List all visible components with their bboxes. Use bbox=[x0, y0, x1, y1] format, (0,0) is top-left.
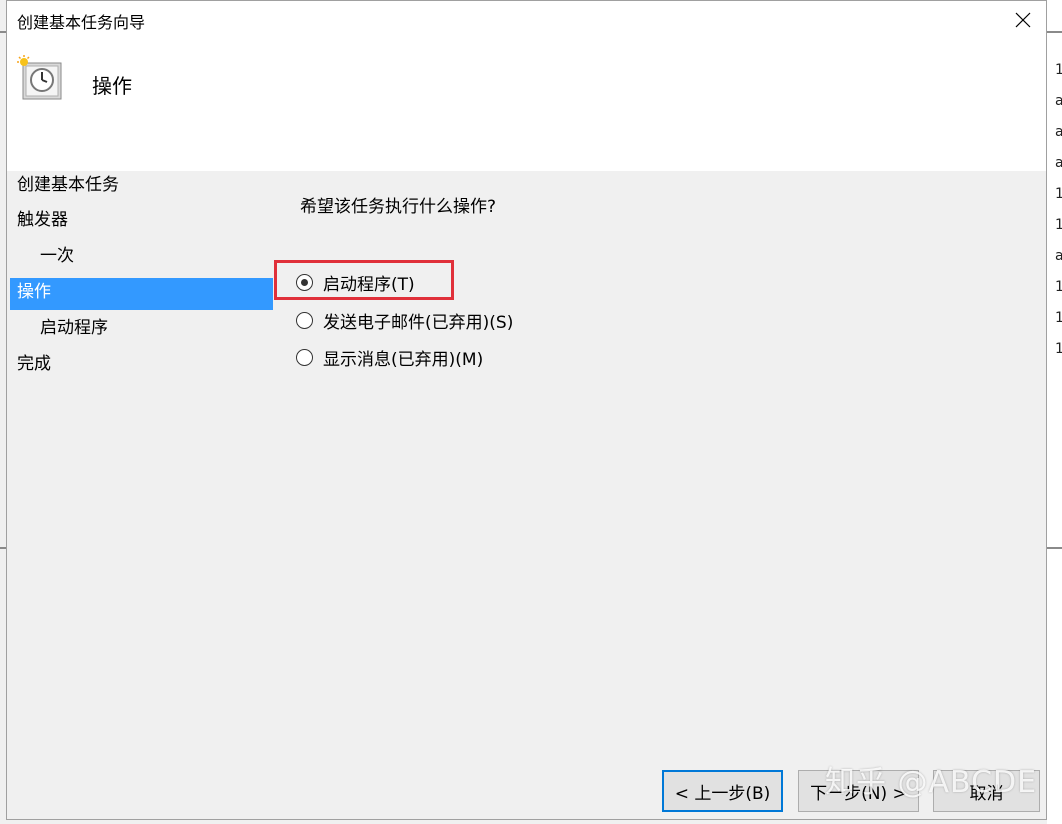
nav-item-label: 启动程序 bbox=[40, 318, 108, 338]
nav-item-once[interactable]: 一次 bbox=[10, 242, 273, 274]
wizard-header: 操作 bbox=[7, 38, 1046, 171]
window-title: 创建基本任务向导 bbox=[17, 13, 146, 32]
create-basic-task-wizard: 创建基本任务向导 操作 创建基本任务 触发器 一次 操作 启动程序 完成 希望该… bbox=[6, 0, 1047, 820]
close-icon bbox=[1015, 12, 1031, 27]
action-question: 希望该任务执行什么操作? bbox=[300, 197, 497, 217]
option-show-message[interactable]: 显示消息(已弃用)(M) bbox=[296, 343, 483, 371]
next-button[interactable]: 下一步(N) > bbox=[798, 770, 919, 812]
nav-item-finish[interactable]: 完成 bbox=[10, 350, 273, 382]
background-window-text: 1 a a a 1 1 a 1 1 1 bbox=[1055, 62, 1062, 357]
option-label: 启动程序(T) bbox=[323, 274, 415, 295]
nav-item-create-basic-task[interactable]: 创建基本任务 bbox=[10, 171, 273, 203]
nav-item-start-program[interactable]: 启动程序 bbox=[10, 314, 273, 346]
background-divider bbox=[1047, 547, 1062, 549]
background-divider bbox=[1047, 31, 1062, 33]
nav-item-label: 触发器 bbox=[17, 210, 68, 230]
title-bar[interactable]: 创建基本任务向导 bbox=[7, 1, 1046, 38]
next-button-label: 下一步(N) > bbox=[810, 783, 907, 804]
nav-item-action[interactable]: 操作 bbox=[10, 278, 273, 310]
radio-button[interactable] bbox=[296, 311, 313, 329]
option-label: 发送电子邮件(已弃用)(S) bbox=[323, 312, 514, 333]
nav-item-label: 完成 bbox=[17, 354, 51, 374]
radio-button[interactable] bbox=[296, 273, 313, 291]
task-clock-icon bbox=[17, 55, 62, 100]
page-title: 操作 bbox=[92, 74, 132, 98]
back-button-label: < 上一步(B) bbox=[674, 783, 771, 804]
nav-item-label: 创建基本任务 bbox=[17, 175, 119, 195]
option-send-email[interactable]: 发送电子邮件(已弃用)(S) bbox=[296, 306, 513, 334]
option-start-program[interactable]: 启动程序(T) bbox=[296, 268, 415, 296]
back-button[interactable]: < 上一步(B) bbox=[662, 770, 783, 812]
cancel-button[interactable]: 取消 bbox=[933, 770, 1040, 812]
nav-item-trigger[interactable]: 触发器 bbox=[10, 206, 273, 238]
option-label: 显示消息(已弃用)(M) bbox=[323, 349, 484, 370]
nav-item-label: 操作 bbox=[17, 282, 51, 302]
radio-button[interactable] bbox=[296, 348, 313, 366]
close-button[interactable] bbox=[1000, 1, 1046, 38]
cancel-button-label: 取消 bbox=[969, 783, 1004, 804]
nav-item-label: 一次 bbox=[40, 246, 74, 266]
